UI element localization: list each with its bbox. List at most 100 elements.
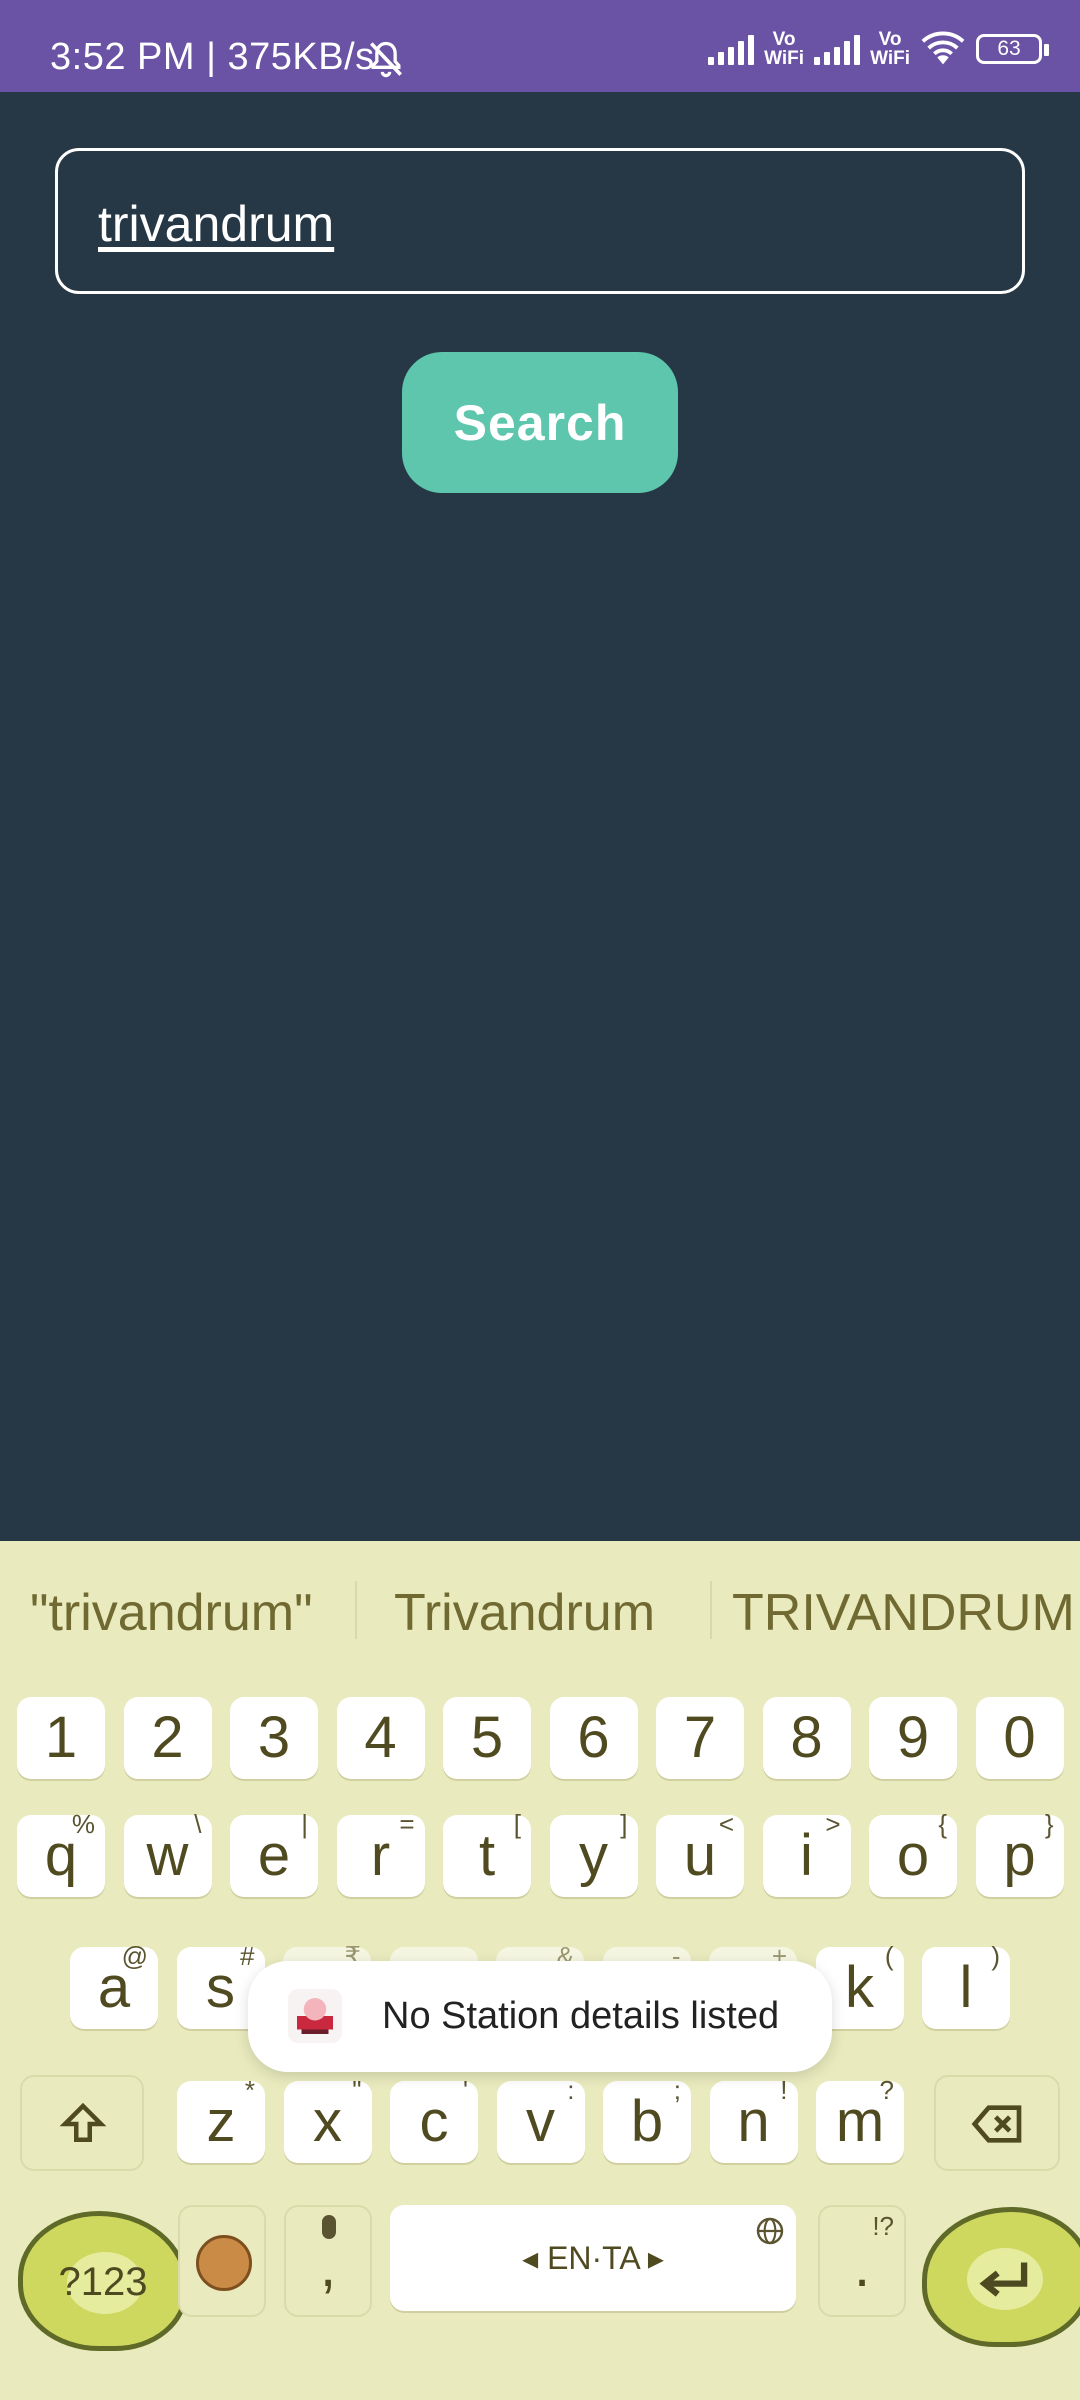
key-z[interactable]: z * — [177, 2075, 265, 2163]
key-p[interactable]: p} — [975, 1809, 1064, 1897]
network-speed: 375KB/s — [227, 36, 375, 78]
space-key[interactable]: ◂ EN·TA ▸ — [390, 2205, 796, 2311]
key-m[interactable]: m? — [816, 2075, 904, 2163]
key-hint: : — [567, 2075, 575, 2105]
status-time-speed: 3:52 PM | 375KB/s — [50, 36, 375, 79]
period-key[interactable]: !? . — [818, 2205, 906, 2317]
key-label: c — [419, 2089, 449, 2154]
key-hint: > — [825, 1809, 841, 1839]
suggestion-divider — [710, 1581, 712, 1639]
symbols-key[interactable]: ?123 — [18, 2211, 188, 2351]
key-label: w — [146, 1823, 189, 1888]
key-hint: = — [399, 1809, 415, 1839]
number-key-6[interactable]: 6 — [549, 1697, 638, 1779]
train-app-icon — [288, 1989, 342, 2043]
key-label: 7 — [683, 1705, 717, 1770]
key-hint: % — [71, 1809, 95, 1839]
key-hint: } — [1044, 1809, 1054, 1839]
number-key-4[interactable]: 4 — [336, 1697, 425, 1779]
key-hint: \ — [194, 1809, 202, 1839]
symbols-key-label: ?123 — [58, 2260, 148, 2304]
comma-key[interactable]: , — [284, 2205, 372, 2317]
shift-key[interactable] — [20, 2075, 144, 2171]
key-hint: " — [352, 2075, 362, 2105]
emoji-key[interactable] — [178, 2205, 266, 2317]
key-hint: | — [301, 1809, 308, 1839]
key-hint: ? — [879, 2075, 894, 2105]
key-c[interactable]: c ' — [390, 2075, 478, 2163]
period-label: . — [853, 2234, 871, 2299]
key-label: 6 — [577, 1705, 610, 1770]
shift-icon — [59, 2102, 107, 2142]
number-key-3[interactable]: 3 — [230, 1697, 318, 1779]
key-b[interactable]: b; — [603, 2075, 691, 2163]
key-label: k — [845, 1955, 874, 2020]
key-hint: < — [718, 1809, 734, 1839]
number-key-8[interactable]: 8 — [762, 1697, 851, 1779]
number-key-1[interactable]: 1 — [17, 1697, 105, 1779]
vowifi-top: Vo — [772, 29, 796, 50]
wifi-icon — [921, 31, 965, 65]
comma-label: , — [319, 2234, 337, 2299]
enter-key[interactable] — [922, 2207, 1080, 2347]
key-label: r — [370, 1823, 391, 1888]
space-key-label: EN·TA — [547, 2240, 639, 2276]
vowifi-2-label: Vo WiFi — [870, 30, 910, 68]
key-r[interactable]: r = — [336, 1809, 425, 1897]
number-key-0[interactable]: 0 — [975, 1697, 1064, 1779]
status-bar: 3:52 PM | 375KB/s Vo WiFi Vo WiFi 63 — [0, 0, 1080, 92]
key-e[interactable]: e | — [230, 1809, 318, 1897]
key-u[interactable]: u < — [656, 1809, 744, 1897]
key-label: n — [737, 2089, 770, 2154]
key-label: x — [313, 2089, 342, 2154]
backspace-key[interactable] — [934, 2075, 1060, 2171]
suggestion-item[interactable]: Trivandrum — [394, 1583, 655, 1643]
key-label: v — [526, 2089, 555, 2154]
suggestion-item[interactable]: "trivandrum" — [30, 1583, 313, 1643]
number-key-2[interactable]: 2 — [123, 1697, 212, 1779]
signal-2-icon — [814, 33, 861, 65]
vowifi-top: Vo — [878, 29, 902, 50]
enter-arrow-icon — [979, 2262, 1028, 2297]
key-hint: [ — [513, 1809, 521, 1839]
silent-bell-icon — [369, 41, 403, 78]
status-time: 3:52 PM — [50, 36, 196, 78]
key-n[interactable]: n! — [709, 2075, 798, 2163]
key-l[interactable]: l) — [922, 1941, 1010, 2029]
search-button[interactable]: Search — [402, 352, 678, 493]
suggestion-item[interactable]: TRIVANDRUM — [732, 1583, 1075, 1643]
key-o[interactable]: o{ — [869, 1809, 957, 1897]
emoji-face-icon — [196, 2235, 252, 2291]
signal-1-icon — [708, 33, 755, 65]
number-key-9[interactable]: 9 — [869, 1697, 957, 1779]
key-x[interactable]: x " — [283, 2075, 372, 2163]
number-key-7[interactable]: 7 — [656, 1697, 744, 1779]
key-label: 8 — [790, 1705, 823, 1770]
station-search-input[interactable]: trivandrum — [55, 148, 1025, 294]
status-indicators: Vo WiFi Vo WiFi 63 — [708, 28, 1049, 70]
key-t[interactable]: t[ — [443, 1809, 531, 1897]
key-q[interactable]: q% — [17, 1809, 105, 1897]
key-label: y — [579, 1823, 608, 1888]
search-input-value: trivandrum — [98, 196, 335, 252]
key-hint: { — [938, 1809, 947, 1839]
key-label: 9 — [896, 1705, 930, 1770]
key-w[interactable]: w \ — [123, 1809, 212, 1897]
key-label: p — [1003, 1823, 1036, 1888]
key-a[interactable]: a @ — [70, 1941, 158, 2029]
key-y[interactable]: y] — [549, 1809, 638, 1897]
number-key-5[interactable]: 5 — [443, 1697, 531, 1779]
key-label: o — [896, 1823, 930, 1888]
key-label: u — [683, 1823, 717, 1888]
key-hint: * — [244, 2075, 255, 2105]
key-label: t — [478, 1823, 496, 1888]
key-label: b — [630, 2089, 664, 2154]
key-i[interactable]: i > — [762, 1809, 851, 1897]
language-prev-icon: ◂ — [522, 2240, 548, 2276]
key-hint: ) — [991, 1941, 1000, 1971]
key-v[interactable]: v: — [496, 2075, 585, 2163]
key-label: m — [835, 2089, 885, 2154]
key-label: 4 — [364, 1705, 397, 1770]
vowifi-1-label: Vo WiFi — [764, 30, 804, 68]
key-label: z — [206, 2089, 236, 2154]
